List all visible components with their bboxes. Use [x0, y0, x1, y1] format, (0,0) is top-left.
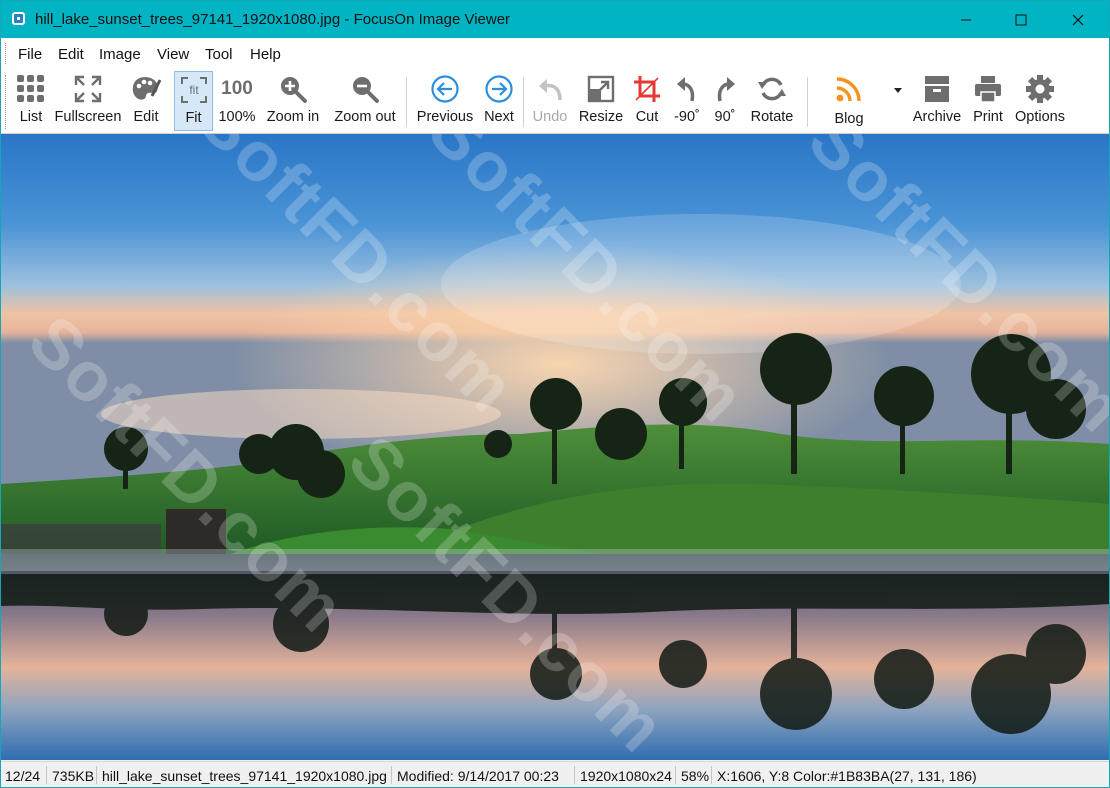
status-modified: Modified: 9/14/2017 00:23: [397, 768, 559, 784]
previous-button[interactable]: Previous: [415, 71, 475, 131]
status-separator: [391, 766, 392, 784]
fullscreen-arrows-icon: [73, 71, 103, 107]
edit-label: Edit: [133, 109, 159, 125]
printer-icon: [973, 71, 1003, 107]
toolbar-grip[interactable]: [5, 75, 8, 129]
fullscreen-label: Fullscreen: [54, 109, 122, 125]
toolbar-separator: [523, 77, 524, 127]
list-button[interactable]: List: [14, 71, 48, 131]
actual-size-label: 100%: [218, 109, 256, 125]
zoom-in-button[interactable]: Zoom in: [263, 71, 323, 131]
menu-view[interactable]: View: [157, 46, 189, 63]
status-dimensions: 1920x1080x24: [580, 768, 672, 784]
fit-frame-icon: fit: [179, 72, 209, 108]
print-button[interactable]: Print: [970, 71, 1006, 131]
undo-arrow-icon: [535, 71, 565, 107]
rotate-right-icon: [712, 71, 738, 107]
status-pixel-info: X:1606, Y:8 Color:#1B83BA(27, 131, 186): [717, 768, 977, 784]
status-file-size: 735KB: [52, 768, 95, 784]
app-icon: [12, 12, 25, 25]
rotate-left-label: -90˚: [674, 109, 700, 125]
rotate-button[interactable]: Rotate: [748, 71, 796, 131]
archive-box-icon: [922, 71, 952, 107]
toolbar: List Fullscreen Edit fit Fit 100 100% Zo…: [1, 69, 1109, 134]
fit-button[interactable]: fit Fit: [174, 71, 213, 131]
app-window: hill_lake_sunset_trees_97141_1920x1080.j…: [0, 0, 1110, 788]
print-label: Print: [973, 109, 1003, 125]
zoom-in-label: Zoom in: [266, 109, 320, 125]
menu-help[interactable]: Help: [250, 46, 281, 63]
menu-image[interactable]: Image: [99, 46, 141, 63]
status-index: 12/24: [5, 768, 41, 784]
status-separator: [96, 766, 97, 784]
cut-button[interactable]: Cut: [631, 71, 663, 131]
archive-button[interactable]: Archive: [911, 71, 963, 131]
menu-file[interactable]: File: [18, 46, 42, 63]
rotate-right-label: 90˚: [714, 109, 736, 125]
rotate-left-button[interactable]: -90˚: [671, 71, 703, 131]
undo-label: Undo: [532, 109, 568, 125]
toolbar-separator: [406, 77, 407, 127]
fullscreen-button[interactable]: Fullscreen: [54, 71, 122, 131]
status-separator: [711, 766, 712, 784]
status-separator: [574, 766, 575, 784]
gear-icon: [1025, 71, 1055, 107]
minimize-button[interactable]: [940, 1, 992, 38]
resize-label: Resize: [578, 109, 624, 125]
title-bar: hill_lake_sunset_trees_97141_1920x1080.j…: [1, 1, 1109, 38]
zoom-out-label: Zoom out: [334, 109, 396, 125]
menu-bar: File Edit Image View Tool Help: [1, 38, 1109, 70]
crop-icon: [632, 71, 662, 107]
magnifier-minus-icon: [350, 71, 380, 107]
svg-text:fit: fit: [189, 83, 199, 97]
actual-size-button[interactable]: 100 100%: [217, 71, 257, 131]
status-separator: [46, 766, 47, 784]
archive-label: Archive: [912, 109, 962, 125]
menu-tool[interactable]: Tool: [205, 46, 233, 63]
grid-icon: [16, 71, 46, 107]
next-label: Next: [484, 109, 514, 125]
maximize-icon: [1015, 14, 1027, 25]
options-label: Options: [1015, 109, 1065, 125]
status-separator: [675, 766, 676, 784]
dropdown-arrow-icon: [893, 71, 903, 107]
palette-icon: [130, 71, 162, 107]
status-bar: 12/24 735KB hill_lake_sunset_trees_97141…: [1, 761, 1109, 787]
close-button[interactable]: [1052, 1, 1104, 38]
rotate-right-button[interactable]: 90˚: [709, 71, 741, 131]
close-icon: [1072, 14, 1084, 25]
rotate-label: Rotate: [750, 109, 794, 125]
edit-button[interactable]: Edit: [128, 71, 164, 131]
cut-label: Cut: [635, 109, 659, 125]
menubar-grip[interactable]: [5, 43, 8, 64]
options-button[interactable]: Options: [1012, 71, 1068, 131]
toolbar-separator: [807, 77, 808, 127]
magnifier-plus-icon: [278, 71, 308, 107]
maximize-button[interactable]: [995, 1, 1047, 38]
circle-arrow-left-icon: [430, 71, 460, 107]
blog-button[interactable]: Blog: [827, 71, 871, 131]
rotate-icon: [757, 71, 787, 107]
list-label: List: [19, 109, 43, 125]
circle-arrow-right-icon: [484, 71, 514, 107]
rss-icon: [834, 71, 864, 107]
next-button[interactable]: Next: [480, 71, 518, 131]
blog-dropdown-button[interactable]: [891, 71, 905, 131]
previous-label: Previous: [416, 109, 474, 125]
window-title: hill_lake_sunset_trees_97141_1920x1080.j…: [35, 11, 511, 28]
menu-edit[interactable]: Edit: [58, 46, 84, 63]
fit-label: Fit: [185, 110, 202, 126]
status-zoom: 58%: [681, 768, 710, 784]
blog-label: Blog: [834, 111, 864, 127]
actual-size-icon: 100: [221, 78, 253, 99]
resize-icon: [586, 71, 616, 107]
undo-button[interactable]: Undo: [531, 71, 569, 131]
rotate-left-icon: [674, 71, 700, 107]
resize-button[interactable]: Resize: [577, 71, 625, 131]
status-filename: hill_lake_sunset_trees_97141_1920x1080.j…: [102, 768, 387, 784]
minimize-icon: [961, 19, 971, 20]
zoom-out-button[interactable]: Zoom out: [330, 71, 400, 131]
image-view[interactable]: SoftFD.com SoftFD.com SoftFD.com SoftFD.…: [1, 134, 1109, 760]
